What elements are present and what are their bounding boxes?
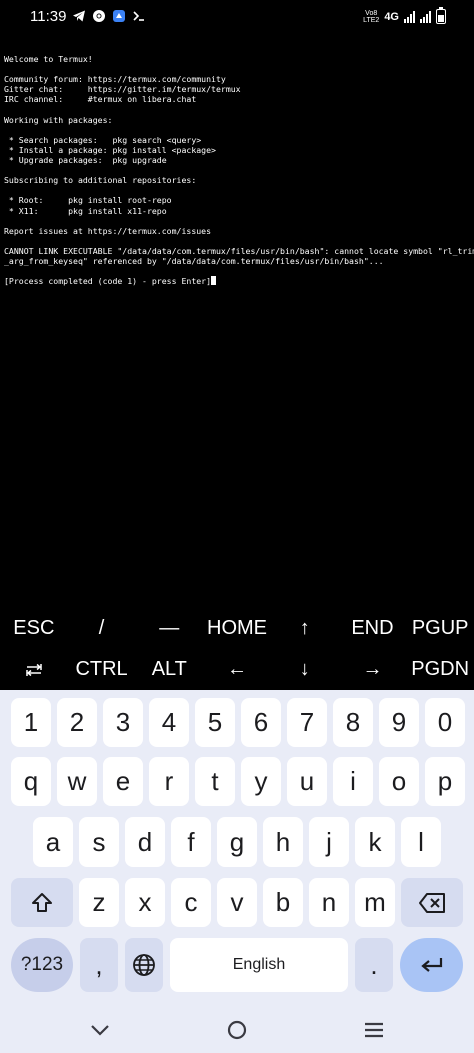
key-0[interactable]: 0 — [425, 698, 465, 747]
backspace-key[interactable] — [401, 878, 463, 927]
key-1[interactable]: 1 — [11, 698, 51, 747]
key-h[interactable]: h — [263, 817, 303, 867]
key-p[interactable]: p — [425, 757, 465, 806]
extra-keys-row-2: CTRL ALT ← ↓ → PGDN — [0, 649, 474, 690]
soft-keyboard: 1234567890 qwertyuiop asdfghjkl zxcvbnm ?12… — [0, 690, 474, 1008]
arrow-right-key[interactable]: → — [339, 649, 407, 690]
pgup-key[interactable]: PGUP — [406, 608, 474, 649]
key-b[interactable]: b — [263, 878, 303, 927]
terminal-text: Welcome to Termux! Community forum: http… — [4, 54, 474, 287]
telegram-icon — [72, 9, 86, 23]
key-n[interactable]: n — [309, 878, 349, 927]
key-9[interactable]: 9 — [379, 698, 419, 747]
network-type: 4G — [384, 10, 399, 23]
key-7[interactable]: 7 — [287, 698, 327, 747]
status-time: 11:39 — [30, 8, 67, 25]
termux-prompt-icon — [132, 9, 146, 23]
battery-icon — [436, 7, 446, 24]
circle-icon — [227, 1020, 247, 1040]
arrow-down-key[interactable]: ↓ — [271, 649, 339, 690]
space-key[interactable]: English — [170, 938, 348, 992]
key-3[interactable]: 3 — [103, 698, 143, 747]
key-4[interactable]: 4 — [149, 698, 189, 747]
navigation-bar — [0, 1008, 474, 1053]
menu-icon — [365, 1022, 383, 1038]
key-v[interactable]: v — [217, 878, 257, 927]
enter-key[interactable] — [400, 938, 463, 992]
period-key[interactable]: . — [355, 938, 393, 992]
globe-icon — [133, 954, 155, 976]
key-t[interactable]: t — [195, 757, 235, 806]
tab-key[interactable] — [0, 649, 68, 690]
shift-icon — [32, 892, 52, 912]
symbols-key[interactable]: ?123 — [11, 938, 73, 992]
signal-icon — [404, 10, 415, 23]
key-2[interactable]: 2 — [57, 698, 97, 747]
back-button[interactable] — [86, 1018, 114, 1042]
key-u[interactable]: u — [287, 757, 327, 806]
key-a[interactable]: a — [33, 817, 73, 867]
key-s[interactable]: s — [79, 817, 119, 867]
pgdn-key[interactable]: PGDN — [406, 649, 474, 690]
shift-key[interactable] — [11, 878, 73, 927]
recents-button[interactable] — [360, 1018, 388, 1042]
arrow-left-key[interactable]: ← — [203, 649, 271, 690]
enter-icon — [420, 958, 442, 972]
home-key[interactable]: HOME — [203, 608, 271, 649]
key-r[interactable]: r — [149, 757, 189, 806]
key-k[interactable]: k — [355, 817, 395, 867]
esc-key[interactable]: ESC — [0, 608, 68, 649]
terminal-output[interactable]: Welcome to Termux! Community forum: http… — [4, 44, 474, 604]
volte-indicator: Vo8 LTE2 — [363, 9, 380, 24]
key-d[interactable]: d — [125, 817, 165, 867]
slash-key[interactable]: / — [68, 608, 136, 649]
system-status: Vo8 LTE2 4G — [363, 7, 446, 24]
arrow-up-key[interactable]: ↑ — [271, 608, 339, 649]
extra-keys-row-1: ESC / — HOME ↑ END PGUP — [0, 608, 474, 649]
key-c[interactable]: c — [171, 878, 211, 927]
backspace-icon — [419, 892, 445, 913]
notification-icons — [72, 9, 146, 23]
status-bar: 11:39 Vo8 LTE2 4G — [0, 0, 474, 34]
home-button[interactable] — [223, 1018, 251, 1042]
comma-key[interactable]: , — [80, 938, 118, 992]
end-key[interactable]: END — [339, 608, 407, 649]
key-8[interactable]: 8 — [333, 698, 373, 747]
alt-key[interactable]: ALT — [135, 649, 203, 690]
app-store-icon — [112, 9, 126, 23]
key-y[interactable]: y — [241, 757, 281, 806]
tab-icon — [26, 663, 42, 676]
signal-icon-sim2 — [420, 10, 431, 23]
key-x[interactable]: x — [125, 878, 165, 927]
key-i[interactable]: i — [333, 757, 373, 806]
key-5[interactable]: 5 — [195, 698, 235, 747]
key-j[interactable]: j — [309, 817, 349, 867]
extra-keys-bar: ESC / — HOME ↑ END PGUP CTRL ALT ← ↓ → P… — [0, 608, 474, 690]
key-g[interactable]: g — [217, 817, 257, 867]
chrome-icon — [92, 9, 106, 23]
dash-key[interactable]: — — [135, 608, 203, 649]
ctrl-key[interactable]: CTRL — [68, 649, 136, 690]
key-z[interactable]: z — [79, 878, 119, 927]
key-w[interactable]: w — [57, 757, 97, 806]
key-q[interactable]: q — [11, 757, 51, 806]
key-e[interactable]: e — [103, 757, 143, 806]
key-m[interactable]: m — [355, 878, 395, 927]
language-key[interactable] — [125, 938, 163, 992]
key-f[interactable]: f — [171, 817, 211, 867]
key-6[interactable]: 6 — [241, 698, 281, 747]
chevron-down-icon — [91, 1025, 109, 1036]
terminal-cursor — [211, 276, 217, 286]
key-o[interactable]: o — [379, 757, 419, 806]
key-l[interactable]: l — [401, 817, 441, 867]
